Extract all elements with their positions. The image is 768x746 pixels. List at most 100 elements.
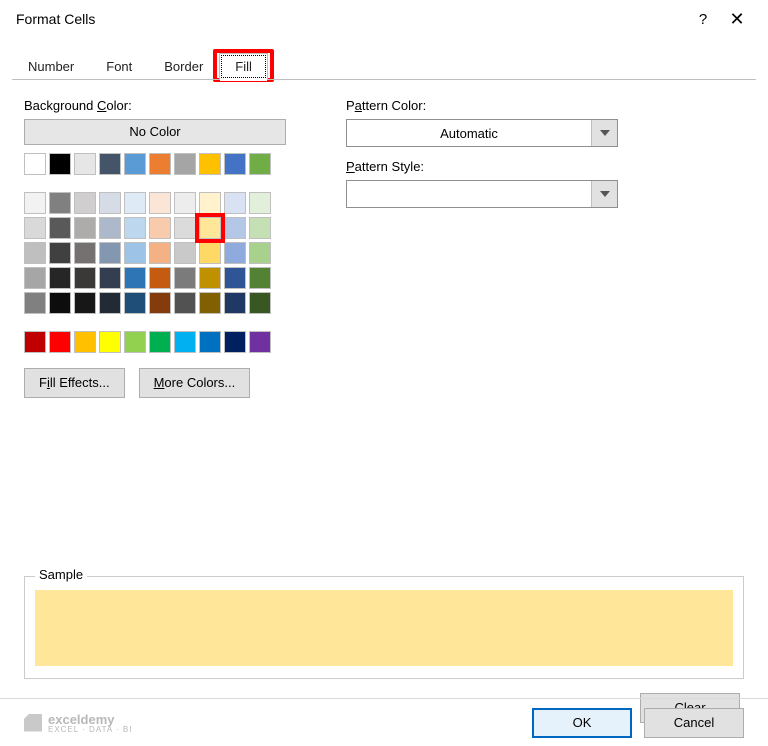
color-swatch[interactable]	[99, 292, 121, 314]
color-swatch[interactable]	[149, 331, 171, 353]
chevron-down-icon	[591, 181, 617, 207]
color-swatch[interactable]	[74, 242, 96, 264]
no-color-button[interactable]: No Color	[24, 119, 286, 145]
color-swatch[interactable]	[24, 292, 46, 314]
color-swatch[interactable]	[174, 242, 196, 264]
color-swatch[interactable]	[174, 292, 196, 314]
more-colors-button[interactable]: More Colors...	[139, 368, 251, 398]
fill-effects-button[interactable]: Fill Effects...	[24, 368, 125, 398]
color-swatch[interactable]	[249, 192, 271, 214]
color-swatch[interactable]	[249, 153, 271, 175]
sample-preview	[35, 590, 733, 666]
swatch-row	[24, 192, 286, 214]
color-swatch[interactable]	[99, 331, 121, 353]
color-swatch[interactable]	[199, 292, 221, 314]
ok-button[interactable]: OK	[532, 708, 632, 738]
color-swatch[interactable]	[24, 242, 46, 264]
swatch-row	[24, 153, 286, 175]
color-swatch[interactable]	[124, 217, 146, 239]
help-button[interactable]: ?	[686, 11, 720, 28]
color-swatch[interactable]	[149, 217, 171, 239]
color-swatch[interactable]	[49, 153, 71, 175]
color-swatch[interactable]	[49, 192, 71, 214]
color-swatch[interactable]	[174, 217, 196, 239]
color-swatch[interactable]	[174, 267, 196, 289]
color-swatch[interactable]	[74, 331, 96, 353]
tab-border[interactable]: Border	[148, 53, 219, 80]
color-swatch-grid	[24, 153, 286, 356]
color-swatch[interactable]	[174, 192, 196, 214]
color-swatch[interactable]	[74, 153, 96, 175]
watermark-sub: EXCEL · DATA · BI	[48, 725, 132, 734]
chevron-down-icon	[591, 120, 617, 146]
pattern-color-combo[interactable]: Automatic	[346, 119, 618, 147]
color-swatch[interactable]	[124, 242, 146, 264]
color-swatch[interactable]	[174, 153, 196, 175]
color-swatch[interactable]	[149, 192, 171, 214]
color-swatch[interactable]	[49, 217, 71, 239]
color-swatch[interactable]	[199, 331, 221, 353]
color-swatch[interactable]	[224, 292, 246, 314]
color-swatch[interactable]	[199, 267, 221, 289]
color-swatch[interactable]	[124, 267, 146, 289]
color-swatch[interactable]	[124, 331, 146, 353]
color-swatch[interactable]	[124, 192, 146, 214]
color-swatch[interactable]	[99, 217, 121, 239]
color-swatch[interactable]	[99, 267, 121, 289]
pattern-style-label: Pattern Style:	[346, 159, 618, 174]
color-swatch[interactable]	[24, 267, 46, 289]
color-swatch[interactable]	[224, 267, 246, 289]
color-swatch[interactable]	[199, 153, 221, 175]
color-swatch[interactable]	[249, 267, 271, 289]
swatch-row	[24, 292, 286, 314]
color-swatch[interactable]	[99, 242, 121, 264]
color-swatch[interactable]	[74, 217, 96, 239]
color-swatch[interactable]	[74, 267, 96, 289]
cancel-button[interactable]: Cancel	[644, 708, 744, 738]
color-swatch[interactable]	[24, 217, 46, 239]
color-swatch[interactable]	[224, 192, 246, 214]
color-swatch[interactable]	[49, 292, 71, 314]
close-button[interactable]: ✕	[720, 9, 754, 30]
color-swatch[interactable]	[224, 153, 246, 175]
color-swatch[interactable]	[99, 192, 121, 214]
color-swatch[interactable]	[149, 153, 171, 175]
color-swatch[interactable]	[249, 292, 271, 314]
watermark-icon	[24, 714, 42, 732]
color-swatch[interactable]	[224, 217, 246, 239]
color-swatch[interactable]	[249, 331, 271, 353]
color-swatch[interactable]	[174, 331, 196, 353]
color-swatch[interactable]	[224, 242, 246, 264]
color-swatch[interactable]	[199, 217, 221, 239]
color-swatch[interactable]	[149, 292, 171, 314]
color-swatch[interactable]	[199, 242, 221, 264]
color-swatch[interactable]	[24, 153, 46, 175]
dialog-footer: exceldemy EXCEL · DATA · BI OK Cancel	[0, 698, 768, 746]
color-swatch[interactable]	[124, 292, 146, 314]
pattern-style-combo[interactable]	[346, 180, 618, 208]
color-swatch[interactable]	[49, 331, 71, 353]
color-extra-buttons: Fill Effects... More Colors...	[24, 368, 286, 398]
color-swatch[interactable]	[249, 217, 271, 239]
color-swatch[interactable]	[149, 242, 171, 264]
color-swatch[interactable]	[24, 331, 46, 353]
titlebar: Format Cells ? ✕	[0, 0, 768, 38]
tab-font[interactable]: Font	[90, 53, 148, 80]
swatch-row	[24, 242, 286, 264]
color-swatch[interactable]	[49, 267, 71, 289]
color-swatch[interactable]	[74, 192, 96, 214]
tab-fill[interactable]: Fill	[219, 53, 268, 80]
color-swatch[interactable]	[74, 292, 96, 314]
sample-fieldset: Sample	[24, 576, 744, 679]
footer-buttons: OK Cancel	[532, 708, 744, 738]
color-swatch[interactable]	[199, 192, 221, 214]
color-swatch[interactable]	[224, 331, 246, 353]
color-swatch[interactable]	[149, 267, 171, 289]
color-swatch[interactable]	[99, 153, 121, 175]
pattern-color-value: Automatic	[347, 126, 591, 141]
tab-number[interactable]: Number	[12, 53, 90, 80]
color-swatch[interactable]	[24, 192, 46, 214]
color-swatch[interactable]	[49, 242, 71, 264]
color-swatch[interactable]	[249, 242, 271, 264]
color-swatch[interactable]	[124, 153, 146, 175]
